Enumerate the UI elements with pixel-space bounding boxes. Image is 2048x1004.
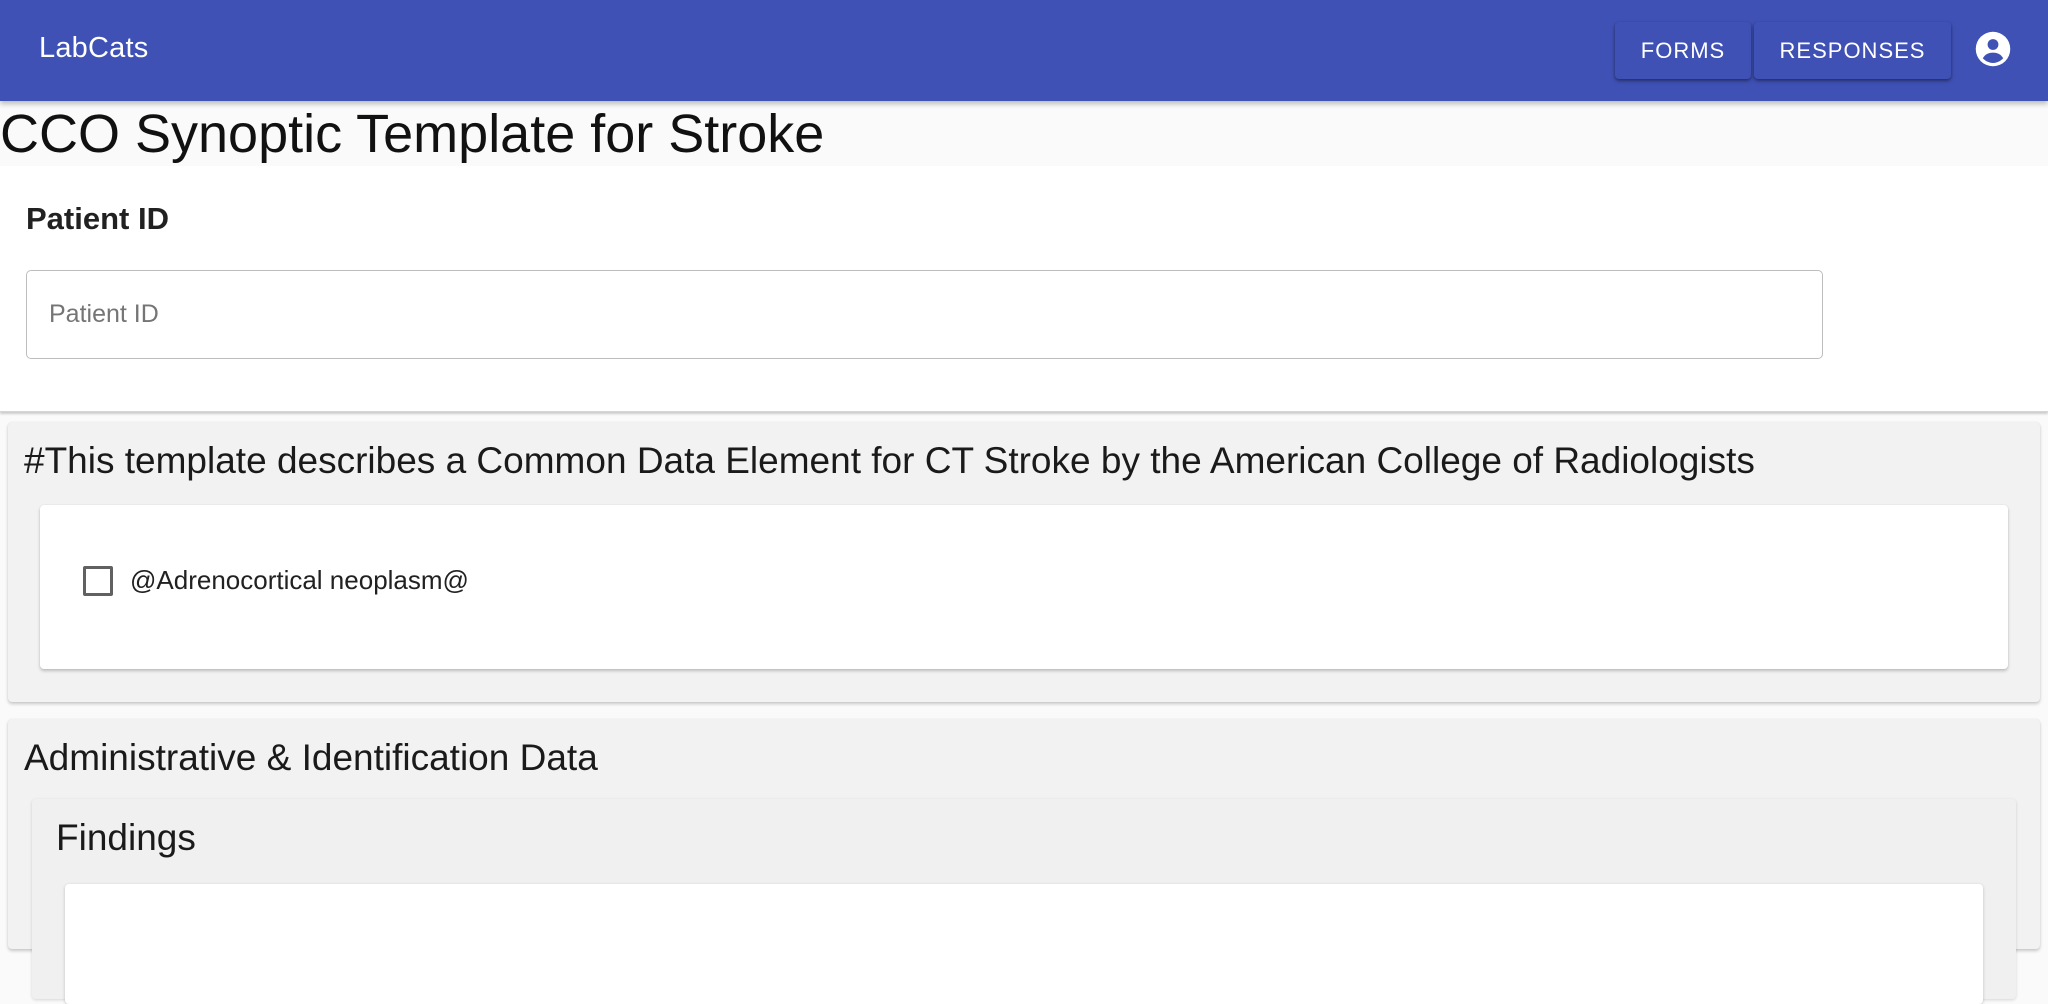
form-title: CCO Synoptic Template for Stroke: [0, 104, 825, 164]
patient-id-label: Patient ID: [26, 201, 169, 236]
cde-checkbox-card: @Adrenocortical neoplasm@: [40, 505, 2008, 669]
forms-nav-button[interactable]: FORMS: [1615, 22, 1751, 79]
administrative-section-heading: Administrative & Identification Data: [24, 737, 598, 778]
cde-section: #This template describes a Common Data E…: [8, 422, 2040, 702]
app-bar: LabCats FORMS RESPONSES: [0, 0, 2048, 101]
cde-section-heading: #This template describes a Common Data E…: [24, 440, 1755, 481]
responses-nav-button[interactable]: RESPONSES: [1754, 22, 1951, 79]
findings-subsection: Findings: [32, 799, 2016, 1004]
checkbox-item[interactable]: @Adrenocortical neoplasm@: [83, 565, 469, 596]
administrative-section: Administrative & Identification Data Fin…: [8, 719, 2040, 1004]
account-circle-icon[interactable]: [1975, 31, 2011, 67]
checkbox-label[interactable]: @Adrenocortical neoplasm@: [130, 565, 469, 596]
checkbox[interactable]: [83, 565, 113, 596]
app-brand[interactable]: LabCats: [39, 32, 148, 65]
patient-id-card: Patient ID: [0, 166, 2048, 412]
findings-heading: Findings: [56, 817, 196, 858]
findings-card: [65, 884, 1983, 1004]
patient-id-input[interactable]: [26, 270, 1823, 359]
